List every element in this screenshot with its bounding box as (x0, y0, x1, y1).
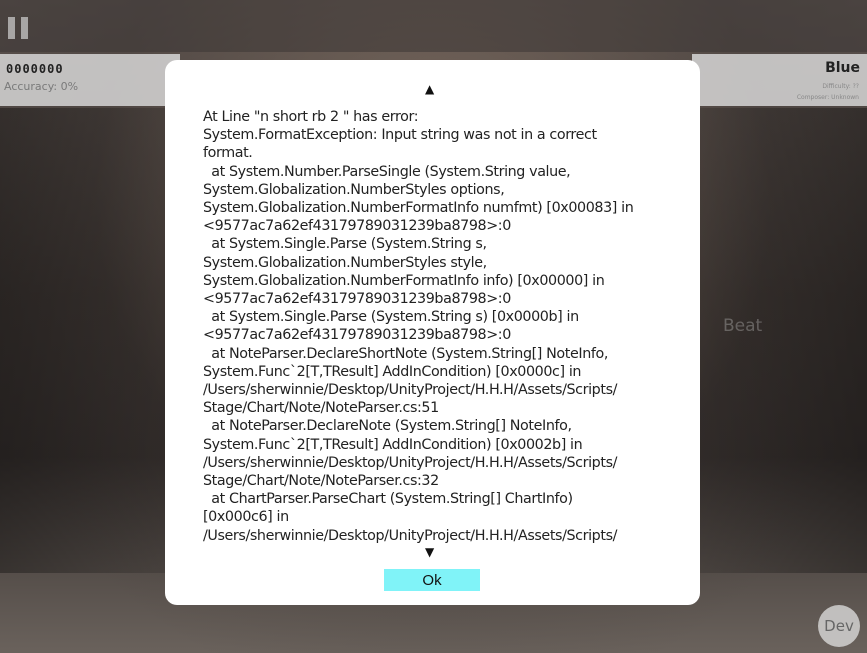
error-dialog: ▲ At Line "n short rb 2 " has error: Syst… (165, 60, 700, 605)
pause-bar-left (8, 17, 15, 39)
score-value: 0000000 (6, 62, 64, 76)
error-line: Stage/Chart/Note/NoteParser.cs:32 (203, 473, 439, 490)
left-lane (0, 108, 165, 573)
error-line: System.Func`2[T,TResult] AddInCondition)… (203, 363, 582, 380)
error-line: System.Globalization.NumberStyles option… (203, 181, 505, 198)
error-line: System.Globalization.NumberFormatInfo nu… (203, 200, 634, 217)
song-composer: Composer: Unknown (796, 94, 859, 101)
error-line: Stage/Chart/Note/NoteParser.cs:51 (203, 400, 439, 417)
error-line: at System.Single.Parse (System.String s)… (203, 309, 579, 326)
error-line: at ChartParser.ParseChart (System.String… (203, 491, 573, 508)
error-line: At Line "n short rb 2 " has error: (203, 109, 419, 125)
error-line: at NoteParser.DeclareShortNote (System.S… (203, 345, 608, 362)
error-line: <9577ac7a62ef43179789031239ba8798>:0 (203, 291, 511, 308)
error-line: <9577ac7a62ef43179789031239ba8798>:0 (203, 218, 511, 235)
score-panel: 0000000 Accuracy: 0% (0, 54, 180, 106)
error-line: System.Func`2[T,TResult] AddInCondition)… (203, 436, 583, 453)
pause-icon[interactable] (8, 17, 30, 39)
scroll-down-icon[interactable]: ▼ (425, 546, 434, 558)
song-info-panel: Blue Difficulty: ?? Composer: Unknown (692, 54, 867, 106)
error-line: at System.Number.ParseSingle (System.Str… (203, 163, 571, 180)
song-meta: Difficulty: ?? Composer: Unknown (797, 81, 859, 103)
error-line: System.Globalization.NumberFormatInfo in… (203, 272, 605, 289)
error-line: at NoteParser.DeclareNote (System.String… (203, 418, 572, 435)
scroll-up-icon[interactable]: ▲ (425, 83, 434, 95)
dev-button[interactable]: Dev (818, 605, 860, 647)
accuracy-value: Accuracy: 0% (4, 80, 79, 93)
error-line: System.Globalization.NumberStyles style, (203, 254, 487, 271)
top-bar (0, 0, 867, 52)
error-line: /Users/sherwinnie/Desktop/UnityProject/H… (203, 382, 618, 399)
error-line: <9577ac7a62ef43179789031239ba8798>:0 (203, 327, 511, 344)
beat-label: Beat (723, 316, 763, 336)
error-line: at System.Single.Parse (System.String s, (203, 236, 487, 253)
ok-button[interactable]: Ok (384, 569, 480, 591)
error-line: format. (203, 145, 253, 162)
error-message[interactable]: At Line "n short rb 2 " has error: System… (203, 108, 673, 544)
song-title: Blue (825, 60, 860, 76)
error-line: [0x000c6] in (203, 509, 289, 526)
error-line: /Users/sherwinnie/Desktop/UnityProject/H… (203, 454, 618, 471)
song-difficulty: Difficulty: ?? (822, 83, 859, 90)
error-line: System.FormatException: Input string was… (203, 127, 597, 144)
pause-bar-right (21, 17, 28, 39)
error-line: /Users/sherwinnie/Desktop/UnityProject/H… (203, 527, 618, 544)
right-lane (699, 108, 867, 573)
